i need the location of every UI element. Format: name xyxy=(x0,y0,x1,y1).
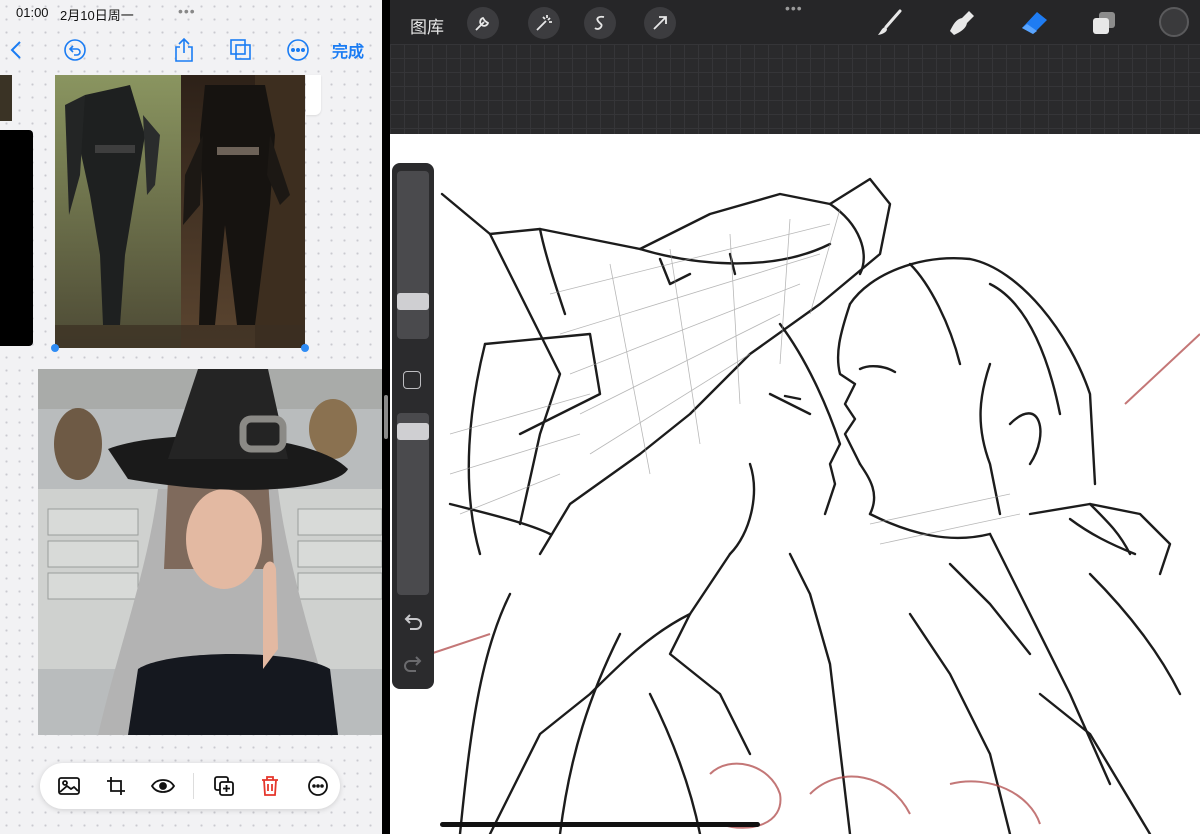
brush-sidebar xyxy=(392,163,434,689)
brush-opacity-slider[interactable] xyxy=(397,413,429,595)
square-icon[interactable] xyxy=(403,371,421,389)
undo-icon xyxy=(404,614,422,630)
smudge-icon xyxy=(950,11,974,35)
ellipsis-icon xyxy=(287,39,309,61)
resize-handle-left[interactable] xyxy=(51,344,59,352)
board-image-black[interactable] xyxy=(0,130,33,346)
status-date: 2月10日周一 xyxy=(60,8,134,23)
back-button[interactable] xyxy=(2,30,30,70)
toolbar-divider xyxy=(193,773,194,799)
gallery-button[interactable]: 图库 xyxy=(410,13,444,38)
chevron-left-icon xyxy=(10,41,21,59)
costume-reference-image[interactable] xyxy=(55,75,305,348)
board-card-edge[interactable] xyxy=(306,75,321,115)
redo-button[interactable] xyxy=(402,653,424,673)
share-button[interactable] xyxy=(167,30,201,70)
color-swatch[interactable] xyxy=(1159,7,1189,37)
witch-reference-photo[interactable] xyxy=(38,369,382,735)
status-bar: 01:00 2月10日周一 ••• xyxy=(0,0,382,24)
brush-size-slider[interactable] xyxy=(397,171,429,339)
costume-reference-art xyxy=(55,75,305,348)
smudge-tool[interactable] xyxy=(945,6,979,40)
selection-button[interactable] xyxy=(584,7,616,39)
transform-button[interactable] xyxy=(644,7,676,39)
toolbar-view-button[interactable] xyxy=(143,763,183,809)
reference-board-pane: 01:00 2月10日周一 ••• 完成 xyxy=(0,0,382,834)
multitask-grip-icon[interactable]: ••• xyxy=(178,4,196,18)
crop-icon xyxy=(107,777,125,795)
status-time: 01:00 xyxy=(16,5,49,20)
eraser-tool[interactable] xyxy=(1017,6,1051,40)
toolbar-delete-button[interactable] xyxy=(250,763,290,809)
multitask-grip-icon[interactable]: ••• xyxy=(785,1,803,15)
duplicate-icon xyxy=(230,39,251,60)
editor-nav-bar: 完成 xyxy=(0,30,382,70)
eraser-icon xyxy=(1022,12,1047,34)
undo-button[interactable] xyxy=(402,611,424,631)
layers-tool[interactable] xyxy=(1087,6,1121,40)
toolbar-crop-button[interactable] xyxy=(96,763,136,809)
more-button[interactable] xyxy=(281,30,315,70)
eye-icon xyxy=(151,779,175,793)
revert-icon xyxy=(64,39,86,61)
toolbar-photo-button[interactable] xyxy=(49,763,89,809)
witch-photo-art xyxy=(38,369,382,735)
home-indicator[interactable] xyxy=(440,822,760,827)
done-label: 完成 xyxy=(331,44,364,61)
procreate-top-bar: 图库 ••• xyxy=(390,0,1200,44)
brush-icon xyxy=(878,9,902,35)
split-view-handle[interactable] xyxy=(384,395,388,439)
share-icon xyxy=(175,37,193,62)
toolbar-duplicate-button[interactable] xyxy=(204,763,244,809)
resize-handle-right[interactable] xyxy=(301,344,309,352)
toolbar-more-button[interactable] xyxy=(298,763,338,809)
brush-tool[interactable] xyxy=(872,6,906,40)
done-button[interactable]: 完成 xyxy=(326,30,370,70)
duplicate-add-icon xyxy=(214,776,234,796)
layers-icon xyxy=(1093,12,1115,34)
board-image-partial-top[interactable] xyxy=(0,75,12,121)
photo-icon xyxy=(58,777,80,795)
selection-icon xyxy=(594,15,605,30)
magic-wand-icon xyxy=(536,15,552,31)
image-edit-toolbar xyxy=(40,763,340,809)
ellipsis-icon xyxy=(308,776,328,796)
wrench-icon xyxy=(475,16,490,31)
brush-size-knob[interactable] xyxy=(397,293,429,310)
actions-button[interactable] xyxy=(467,7,499,39)
canvas-background xyxy=(390,44,1200,134)
adjustments-button[interactable] xyxy=(528,7,560,39)
sketch-artwork xyxy=(429,177,1200,834)
revert-button[interactable] xyxy=(58,30,92,70)
brush-opacity-knob[interactable] xyxy=(397,423,429,440)
duplicate-button[interactable] xyxy=(224,30,258,70)
redo-icon xyxy=(404,656,422,672)
drawing-canvas[interactable] xyxy=(390,134,1200,834)
trash-icon xyxy=(262,776,278,796)
transform-arrow-icon xyxy=(653,16,667,30)
procreate-pane: 图库 ••• xyxy=(390,0,1200,834)
